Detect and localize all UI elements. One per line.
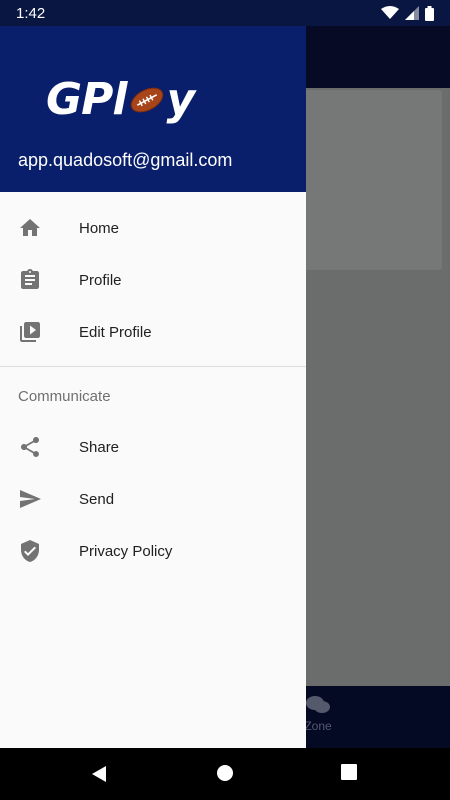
- cell-signal-icon: [405, 6, 419, 20]
- drawer-header: GPl y app.quadosoft@gmail.com: [0, 26, 306, 192]
- background-card: [290, 90, 442, 270]
- menu-item-send[interactable]: Send: [0, 473, 306, 525]
- status-time: 1:42: [16, 4, 46, 22]
- recents-icon[interactable]: [341, 764, 357, 780]
- video-library-icon: [18, 320, 42, 344]
- logo-text-main: GPl: [46, 74, 127, 125]
- menu-item-label: Profile: [79, 271, 122, 289]
- back-icon[interactable]: [90, 764, 108, 784]
- chat-bubbles-icon: [306, 696, 330, 713]
- menu-item-edit-profile[interactable]: Edit Profile: [0, 306, 306, 358]
- status-bar: 1:42: [0, 0, 450, 26]
- drawer-menu-communicate: Share Send Privacy Policy: [0, 421, 306, 577]
- home-nav-icon[interactable]: [216, 764, 234, 782]
- logo-text-tail: y: [166, 74, 195, 125]
- clipboard-icon: [18, 268, 42, 292]
- section-header-communicate: Communicate: [18, 387, 111, 405]
- system-nav-bar: [0, 748, 450, 800]
- navigation-drawer: GPl y app.quadosoft@gmail.com Home Profi…: [0, 26, 306, 748]
- menu-item-privacy-policy[interactable]: Privacy Policy: [0, 525, 306, 577]
- drawer-menu-primary: Home Profile Edit Profile: [0, 192, 306, 358]
- battery-icon: [425, 5, 434, 21]
- menu-item-share[interactable]: Share: [0, 421, 306, 473]
- status-icons: [381, 5, 434, 21]
- share-icon: [18, 435, 42, 459]
- menu-item-label: Edit Profile: [79, 323, 152, 341]
- menu-item-label: Share: [79, 438, 120, 456]
- verified-shield-icon: [18, 539, 42, 563]
- menu-item-profile[interactable]: Profile: [0, 254, 306, 306]
- menu-item-label: Send: [79, 490, 115, 508]
- app-logo: GPl y: [46, 74, 195, 125]
- menu-item-label: Privacy Policy: [79, 542, 173, 560]
- wifi-icon: [381, 6, 399, 19]
- menu-item-home[interactable]: Home: [0, 202, 306, 254]
- send-icon: [18, 487, 42, 511]
- account-email: app.quadosoft@gmail.com: [18, 150, 233, 170]
- menu-item-label: Home: [79, 219, 120, 237]
- football-icon: [131, 87, 164, 112]
- home-icon: [18, 216, 42, 240]
